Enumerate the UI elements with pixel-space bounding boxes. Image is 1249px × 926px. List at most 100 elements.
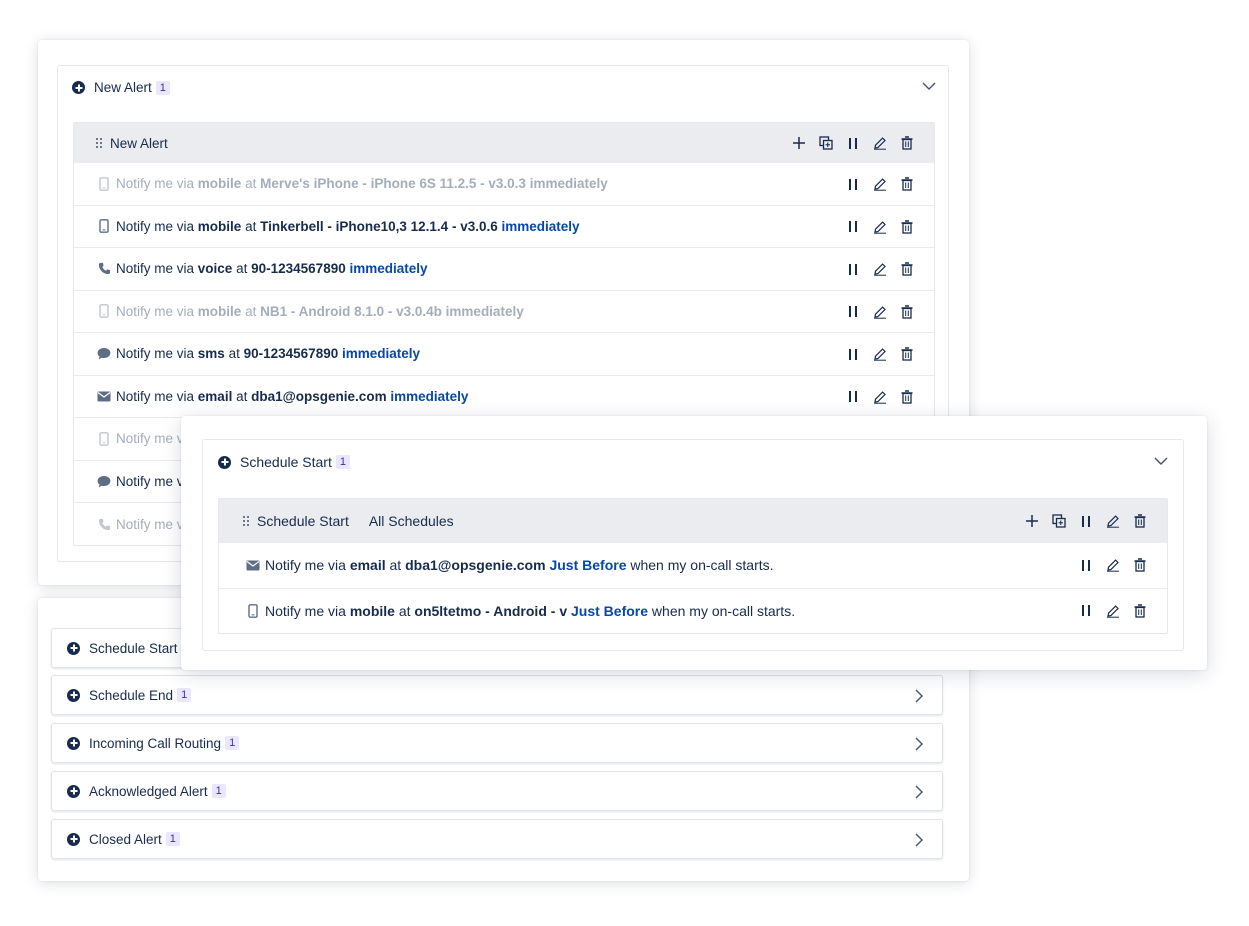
notification-rule-row[interactable]: Notify me via voice at 90-1234567890 imm… (74, 248, 934, 291)
edit-icon[interactable] (871, 218, 889, 236)
pause-icon[interactable] (1077, 512, 1095, 530)
edit-icon[interactable] (1104, 556, 1122, 574)
chevron-right-icon[interactable] (915, 833, 924, 847)
rule-prefix: Notify me v (116, 473, 184, 489)
delete-icon[interactable] (1131, 512, 1149, 530)
rule-at: at (245, 218, 257, 234)
add-circle-icon[interactable] (218, 455, 231, 469)
collapsed-section[interactable]: Closed Alert 1 (51, 819, 943, 859)
pause-icon[interactable] (1077, 556, 1095, 574)
delete-icon[interactable] (898, 388, 916, 406)
chevron-down-icon[interactable] (1154, 457, 1168, 466)
add-circle-icon[interactable] (72, 81, 85, 94)
rule-timing: immediately (529, 176, 608, 192)
copy-icon[interactable] (817, 134, 835, 152)
chevron-right-icon[interactable] (915, 737, 924, 751)
edit-icon[interactable] (1104, 512, 1122, 530)
group-actions (1023, 512, 1149, 530)
delete-icon[interactable] (898, 218, 916, 236)
collapsed-section[interactable]: Schedule End 1 (51, 675, 943, 715)
drag-handle-icon[interactable] (243, 516, 249, 526)
pause-icon[interactable] (844, 345, 862, 363)
delete-icon[interactable] (1131, 602, 1149, 620)
collapsed-section[interactable]: Incoming Call Routing 1 (51, 723, 943, 763)
rule-prefix: Notify me via (116, 176, 195, 192)
rule-actions (844, 388, 916, 406)
count-badge: 1 (211, 784, 226, 798)
pause-icon[interactable] (844, 134, 862, 152)
rule-prefix: Notify me via (265, 603, 346, 620)
pause-icon[interactable] (844, 303, 862, 321)
rule-prefix: Notify me via (116, 261, 195, 277)
notification-rule-row[interactable]: Notify me via email at dba1@opsgenie.com… (219, 543, 1167, 589)
add-circle-icon[interactable] (67, 688, 80, 702)
add-icon[interactable] (790, 134, 808, 152)
delete-icon[interactable] (898, 175, 916, 193)
rule-target: 90-1234567890 (251, 261, 346, 277)
pause-icon[interactable] (1077, 602, 1095, 620)
count-badge: 1 (155, 80, 170, 95)
add-icon[interactable] (1023, 512, 1041, 530)
section-title: Acknowledged Alert (89, 783, 208, 799)
chevron-right-icon[interactable] (915, 689, 924, 703)
notification-rule-row[interactable]: Notify me via email at dba1@opsgenie.com… (74, 376, 934, 418)
delete-icon[interactable] (898, 303, 916, 321)
rule-actions (844, 260, 916, 278)
pause-icon[interactable] (844, 388, 862, 406)
notification-rule-row[interactable]: Notify me via mobile at Merve's iPhone -… (74, 163, 934, 206)
rule-target: 90-1234567890 (243, 346, 339, 362)
pause-icon[interactable] (844, 218, 862, 236)
add-circle-icon[interactable] (67, 641, 80, 655)
notification-rule-row[interactable]: Notify me via mobile at on5ltetmo - Andr… (219, 589, 1167, 635)
chevron-right-icon[interactable] (915, 785, 924, 799)
rule-actions (844, 218, 916, 236)
copy-icon[interactable] (1050, 512, 1068, 530)
edit-icon[interactable] (871, 260, 889, 278)
add-circle-icon[interactable] (67, 736, 80, 750)
pause-icon[interactable] (844, 175, 862, 193)
notification-rule-row[interactable]: Notify me via sms at 90-1234567890 immed… (74, 333, 934, 376)
notification-rule-row[interactable]: Notify me via mobile at NB1 - Android 8.… (74, 291, 934, 333)
edit-icon[interactable] (1104, 602, 1122, 620)
rule-prefix: Notify me via (116, 303, 195, 319)
rule-method: voice (197, 261, 233, 277)
schedule-start-header[interactable]: Schedule Start 1 (218, 454, 350, 470)
rule-prefix: Notify me v (116, 516, 184, 532)
chevron-down-icon[interactable] (922, 82, 936, 91)
collapsed-section[interactable]: Acknowledged Alert 1 (51, 771, 943, 811)
rule-at: at (245, 303, 257, 319)
rule-list: Notify me via email at dba1@opsgenie.com… (219, 543, 1167, 634)
edit-icon[interactable] (871, 303, 889, 321)
notification-rule-row[interactable]: Notify me via mobile at Tinkerbell - iPh… (74, 206, 934, 248)
schedule-scope: All Schedules (368, 513, 454, 529)
rule-target: NB1 - Android 8.1.0 - v3.0.4b (260, 303, 442, 319)
section-title: New Alert (94, 80, 152, 95)
rule-actions (1077, 602, 1149, 620)
rule-target: dba1@opsgenie.com (405, 557, 546, 574)
mobile-icon (245, 604, 261, 618)
count-badge: 1 (165, 832, 180, 846)
chat-icon (96, 347, 112, 360)
rule-prefix: Notify me v (116, 431, 184, 447)
new-alert-header[interactable]: New Alert 1 (72, 80, 170, 95)
schedule-start-card: Schedule Start 1 Schedule Start All Sche… (181, 416, 1207, 670)
edit-icon[interactable] (871, 175, 889, 193)
rule-prefix: Notify me via (265, 557, 346, 574)
edit-icon[interactable] (871, 388, 889, 406)
rule-timing: immediately (341, 346, 421, 362)
add-circle-icon[interactable] (67, 832, 80, 846)
edit-icon[interactable] (871, 345, 889, 363)
rule-timing: immediately (349, 261, 428, 277)
edit-icon[interactable] (871, 134, 889, 152)
drag-handle-icon[interactable] (96, 138, 102, 148)
delete-icon[interactable] (898, 345, 916, 363)
section-title: Schedule End (89, 687, 174, 703)
pause-icon[interactable] (844, 260, 862, 278)
rule-timing: immediately (390, 388, 469, 404)
delete-icon[interactable] (1131, 556, 1149, 574)
section-title: Schedule Start (89, 640, 178, 656)
rule-at: at (236, 261, 248, 277)
delete-icon[interactable] (898, 134, 916, 152)
delete-icon[interactable] (898, 260, 916, 278)
add-circle-icon[interactable] (67, 784, 80, 798)
